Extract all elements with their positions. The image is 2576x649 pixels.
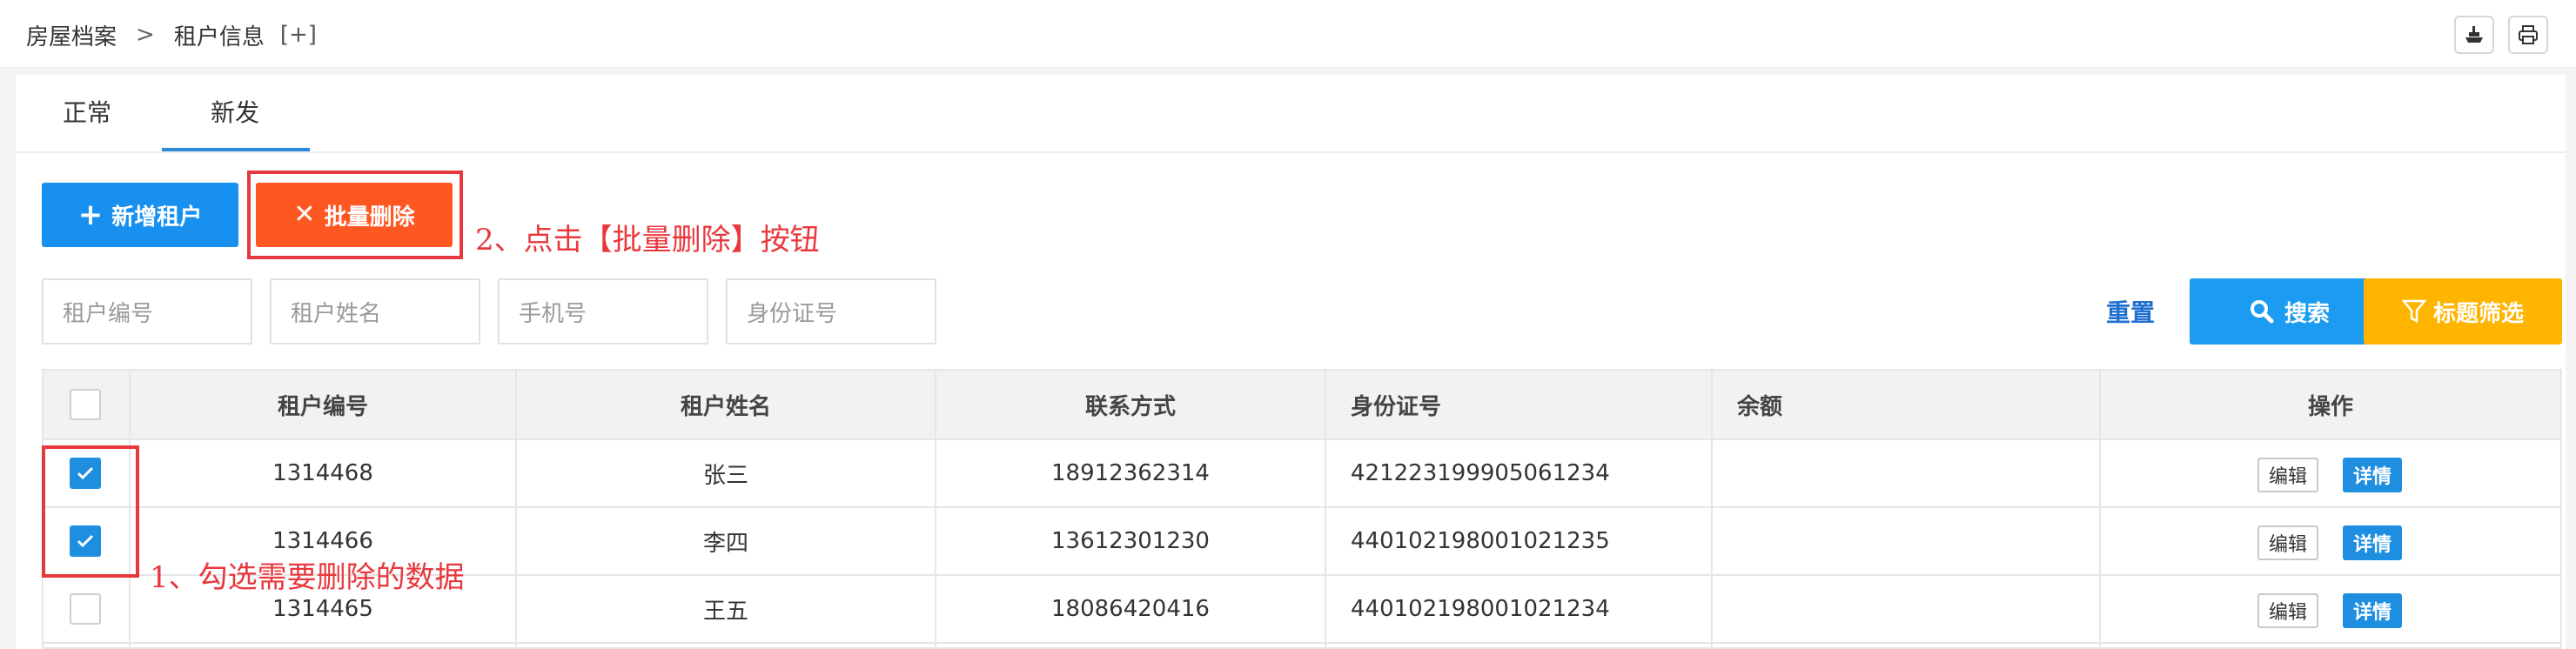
- cell-id-card: 440102198001021235: [1351, 528, 1610, 554]
- edit-button[interactable]: 编辑: [2257, 458, 2318, 492]
- row-checkbox[interactable]: [70, 593, 101, 625]
- breadcrumb-root[interactable]: 房屋档案: [26, 19, 117, 51]
- header-id-card: 身份证号: [1351, 393, 1442, 420]
- tab-new[interactable]: 新发: [211, 94, 259, 137]
- cell-balance: [1713, 440, 2099, 506]
- cell-phone: 13612301230: [1051, 528, 1210, 554]
- cell-balance: [1713, 576, 2099, 642]
- header-balance: 余额: [1737, 393, 1783, 420]
- cell-tenant-id: 1314468: [272, 460, 373, 486]
- breadcrumb-current: 租户信息: [173, 23, 265, 50]
- phone-input[interactable]: 手机号: [498, 278, 708, 345]
- ship-icon[interactable]: [2454, 16, 2494, 54]
- batch-delete-highlight: [247, 171, 463, 259]
- cell-phone: 18912362314: [1051, 460, 1210, 486]
- plus-icon: +: [77, 197, 104, 232]
- detail-button[interactable]: 详情: [2343, 525, 2402, 560]
- row-divider: [44, 642, 2560, 644]
- annotation-step2: 2、点击【批量删除】按钮: [475, 223, 820, 258]
- add-tenant-button[interactable]: + 新增租户: [42, 183, 238, 247]
- edit-button[interactable]: 编辑: [2257, 593, 2318, 628]
- search-label: 搜索: [2284, 300, 2330, 327]
- tenant-id-input[interactable]: 租户编号: [42, 278, 252, 345]
- search-icon: [2250, 299, 2274, 324]
- header-contact: 联系方式: [1084, 393, 1176, 420]
- detail-button[interactable]: 详情: [2343, 458, 2402, 492]
- breadcrumb-separator: >: [136, 22, 155, 48]
- breadcrumb-expand[interactable]: [+]: [280, 22, 317, 48]
- add-tenant-label: 新增租户: [111, 204, 203, 231]
- title-filter-label: 标题筛选: [2432, 300, 2524, 327]
- reset-link[interactable]: 重置: [2106, 294, 2155, 329]
- filter-icon: [2401, 298, 2426, 324]
- tenant-name-input[interactable]: 租户姓名: [270, 278, 480, 345]
- cell-tenant-name: 王五: [702, 598, 748, 625]
- tab-normal[interactable]: 正常: [63, 94, 111, 137]
- cell-phone: 18086420416: [1051, 596, 1210, 622]
- annotation-step1: 1、勾选需要删除的数据: [150, 560, 465, 595]
- tab-active-indicator: [162, 148, 310, 151]
- header-tenant-name: 租户姓名: [680, 393, 771, 420]
- id-card-input[interactable]: 身份证号: [726, 278, 936, 345]
- detail-button[interactable]: 详情: [2343, 593, 2402, 628]
- title-filter-button[interactable]: 标题筛选: [2364, 278, 2562, 345]
- edit-button[interactable]: 编辑: [2257, 525, 2318, 560]
- cell-id-card: 421223199905061234: [1351, 460, 1610, 486]
- breadcrumb: 房屋档案 > 租户信息 [+]: [26, 17, 317, 52]
- cell-tenant-name: 李四: [702, 530, 748, 557]
- cell-id-card: 440102198001021234: [1351, 596, 1610, 622]
- checked-rows-highlight: [42, 445, 139, 578]
- search-button[interactable]: 搜索: [2190, 278, 2390, 345]
- header-tenant-id: 租户编号: [277, 393, 368, 420]
- top-bar: [0, 0, 2576, 68]
- select-all-checkbox[interactable]: [70, 389, 101, 420]
- cell-tenant-name: 张三: [702, 462, 748, 489]
- header-actions: 操作: [2307, 393, 2353, 420]
- cell-balance: [1713, 508, 2099, 574]
- tab-bar: [16, 75, 2566, 153]
- print-icon[interactable]: [2508, 16, 2548, 54]
